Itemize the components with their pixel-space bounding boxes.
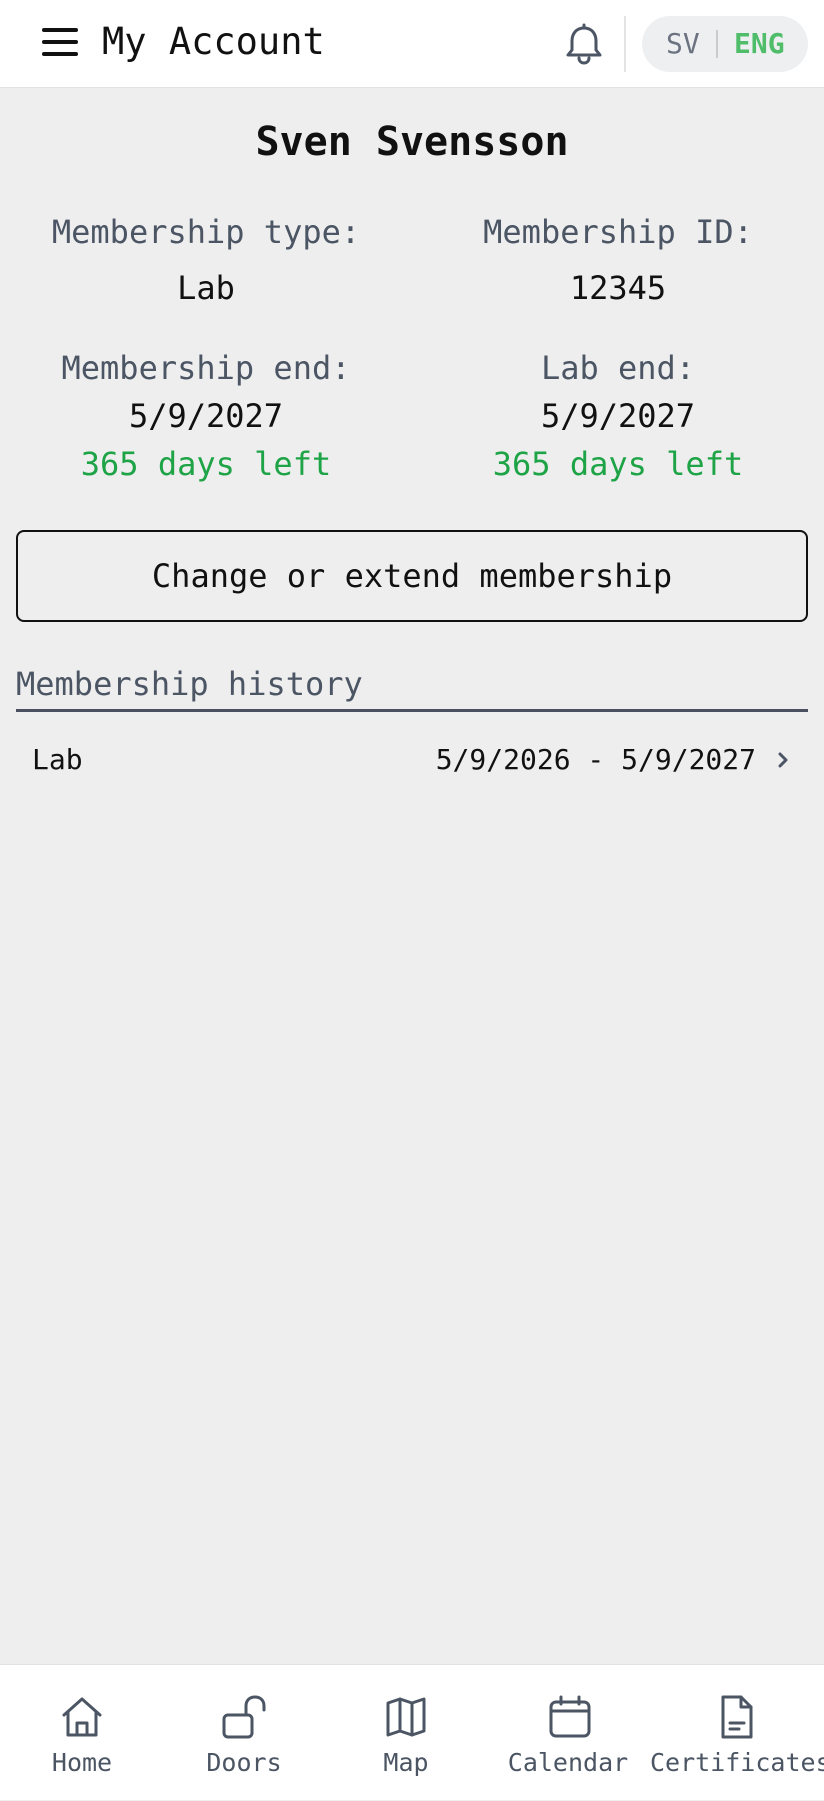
language-toggle: SV ENG (642, 16, 808, 72)
membership-type-block: Membership type: Lab (0, 212, 412, 308)
unlocked-padlock-icon (220, 1693, 268, 1741)
membership-history-heading: Membership history (16, 665, 363, 703)
language-sv-option[interactable]: SV (666, 26, 700, 62)
header-divider (624, 16, 626, 72)
membership-days-left: 365 days left (80, 445, 332, 483)
lab-days-left: 365 days left (492, 445, 744, 483)
membership-id-value: 12345 (569, 269, 667, 307)
calendar-icon (546, 1693, 594, 1741)
membership-end-label: Membership end: (61, 349, 351, 387)
bell-icon[interactable] (562, 22, 606, 66)
nav-item-home[interactable]: Home (0, 1665, 164, 1801)
lab-end-value: 5/9/2027 (540, 397, 696, 435)
extend-membership-button[interactable]: Change or extend membership (16, 530, 808, 622)
hamburger-menu-icon[interactable] (40, 22, 80, 62)
lab-end-label: Lab end: (540, 349, 696, 387)
language-separator (716, 30, 718, 58)
membership-id-label: Membership ID: (483, 213, 753, 251)
lab-end-block: Lab end: 5/9/2027 365 days left (412, 348, 824, 484)
membership-end-block: Membership end: 5/9/2027 365 days left (0, 348, 412, 484)
language-eng-option[interactable]: ENG (734, 26, 785, 62)
nav-label-home: Home (51, 1748, 113, 1777)
bottom-navigation: Home Doors Map Calendar Certificates (0, 1664, 824, 1800)
home-icon (58, 1693, 106, 1741)
history-divider (16, 709, 808, 712)
nav-label-calendar: Calendar (507, 1748, 629, 1777)
member-name: Sven Svensson (255, 119, 569, 165)
membership-end-value: 5/9/2027 (128, 397, 284, 435)
nav-item-calendar[interactable]: Calendar (486, 1665, 650, 1801)
nav-label-map: Map (383, 1748, 429, 1777)
nav-label-certificates: Certificates (650, 1748, 824, 1777)
chevron-right-icon (772, 748, 794, 772)
document-icon (713, 1693, 761, 1741)
app-header: My Account SV ENG (0, 0, 824, 88)
history-item-type: Lab (32, 743, 83, 776)
history-item-period: 5/9/2026 - 5/9/2027 (435, 743, 756, 776)
membership-type-label: Membership type: (51, 213, 361, 251)
nav-item-certificates[interactable]: Certificates (650, 1665, 824, 1801)
nav-label-doors: Doors (206, 1748, 282, 1777)
membership-id-block: Membership ID: 12345 (412, 212, 824, 308)
page-title: My Account (102, 20, 325, 63)
membership-type-value: Lab (177, 269, 235, 307)
nav-item-map[interactable]: Map (324, 1665, 488, 1801)
nav-item-doors[interactable]: Doors (162, 1665, 326, 1801)
history-list-item[interactable]: Lab 5/9/2026 - 5/9/2027 (16, 722, 808, 798)
map-icon (382, 1693, 430, 1741)
